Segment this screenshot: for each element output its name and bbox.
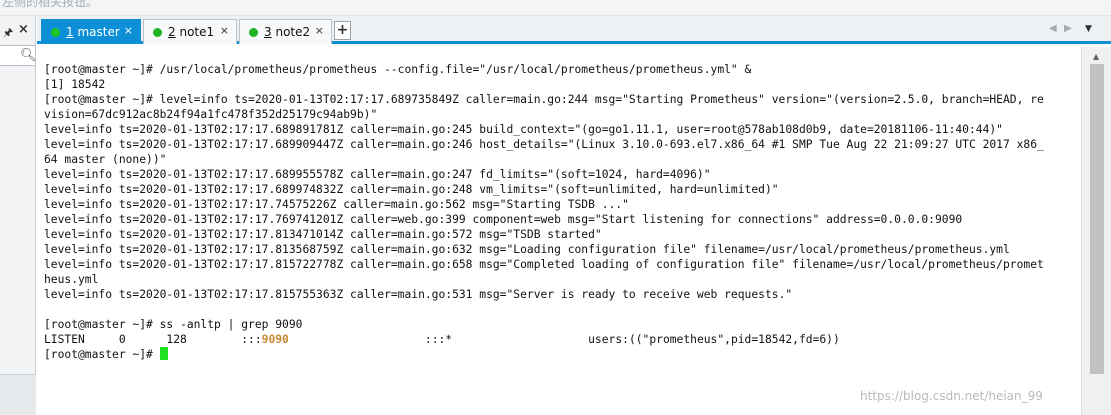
terminal-line: level=info ts=2020-01-13T02:17:17.815755…: [44, 288, 793, 301]
tab-master[interactable]: 1 master ×: [41, 19, 141, 44]
terminal-line: level=info ts=2020-01-13T02:17:17.689909…: [44, 138, 1044, 151]
terminal-line: [root@master ~]# /usr/local/prometheus/p…: [44, 63, 752, 76]
sidebar-search-input[interactable]: 🔍︎: [0, 45, 37, 66]
connected-status-icon: [51, 27, 60, 37]
terminal-line: level=info ts=2020-01-13T02:17:17.813568…: [44, 243, 1010, 256]
new-tab-button[interactable]: +: [334, 21, 351, 40]
highlighted-port: 9090: [261, 333, 289, 346]
text-cursor: [159, 347, 168, 360]
tab-close-icon[interactable]: ×: [315, 24, 324, 37]
tab-note1[interactable]: 2 note1 ×: [143, 19, 237, 44]
tab-label: 2 note1: [168, 25, 215, 39]
terminal-line: [root@master ~]# level=info ts=2020-01-1…: [44, 93, 1044, 106]
tab-close-icon[interactable]: ×: [124, 24, 133, 37]
tab-label: 1 master: [66, 25, 120, 39]
tab-next-icon[interactable]: ▶: [1064, 23, 1072, 34]
sidebar-bottom-panel: [0, 374, 36, 415]
terminal-line: 64 master (none))": [44, 153, 167, 166]
terminal-line: level=info ts=2020-01-13T02:17:17.815722…: [44, 258, 1044, 271]
terminal-prompt-line: [root@master ~]#: [44, 347, 1044, 362]
top-strip-text: 左侧的相关按钮。: [2, 0, 99, 9]
terminal-lines: [root@master ~]# /usr/local/prometheus/p…: [44, 62, 1044, 362]
terminal-line: level=info ts=2020-01-13T02:17:17.689955…: [44, 168, 711, 181]
terminal-line: [1] 18542: [44, 78, 106, 91]
scroll-up-icon[interactable]: ▲: [1093, 52, 1099, 61]
pin-icon[interactable]: 🖈: [3, 24, 13, 43]
tab-bar: 1 master × 2 note1 × 3 note2 × + ◀ ▶ ▼: [37, 16, 1111, 44]
shell-prompt: [root@master ~]#: [44, 348, 160, 361]
connected-status-icon: [153, 27, 162, 37]
terminal-line: level=info ts=2020-01-13T02:17:17.813471…: [44, 228, 602, 241]
terminal-line: LISTEN 0 128 :::9090 :::* users:(("prome…: [44, 332, 1044, 347]
tab-menu-icon[interactable]: ▼: [1085, 24, 1092, 34]
listen-prefix: LISTEN 0 128 :::: [44, 333, 262, 346]
terminal-line: [root@master ~]# ss -anltp | grep 9090: [44, 318, 303, 331]
listen-suffix: :::* users:(("prometheus",pid=18542,fd=6…: [288, 333, 840, 346]
connected-status-icon: [249, 27, 258, 37]
tab-close-icon[interactable]: ×: [220, 24, 229, 37]
vertical-scrollbar[interactable]: ▲: [1081, 47, 1111, 415]
terminal-line: level=info ts=2020-01-13T02:17:17.745752…: [44, 198, 629, 211]
search-icon[interactable]: 🔍︎: [20, 48, 37, 63]
terminal-line: level=info ts=2020-01-13T02:17:17.689891…: [44, 123, 1003, 136]
top-strip: 左侧的相关按钮。: [0, 0, 1111, 16]
tab-prev-icon[interactable]: ◀: [1049, 23, 1057, 34]
terminal-line: level=info ts=2020-01-13T02:17:17.689974…: [44, 183, 779, 196]
terminal-line: level=info ts=2020-01-13T02:17:17.769741…: [44, 213, 963, 226]
scrollbar-thumb[interactable]: [1090, 64, 1104, 374]
sidebar-close-icon[interactable]: ×: [18, 22, 29, 37]
sidebar-header: 🖈 ×: [0, 20, 36, 42]
terminal-output[interactable]: [root@master ~]# /usr/local/prometheus/p…: [37, 47, 1081, 415]
tab-note2[interactable]: 3 note2 ×: [239, 19, 332, 44]
tab-label: 3 note2: [264, 25, 311, 39]
watermark-text: https://blog.csdn.net/heian_99: [860, 389, 1043, 403]
session-sidebar: 🖈 × 🔍︎: [0, 16, 37, 415]
terminal-line: vision=67dc912ac8b24f94a1fc478f352d25179…: [44, 108, 378, 121]
terminal-line: heus.yml: [44, 273, 99, 286]
